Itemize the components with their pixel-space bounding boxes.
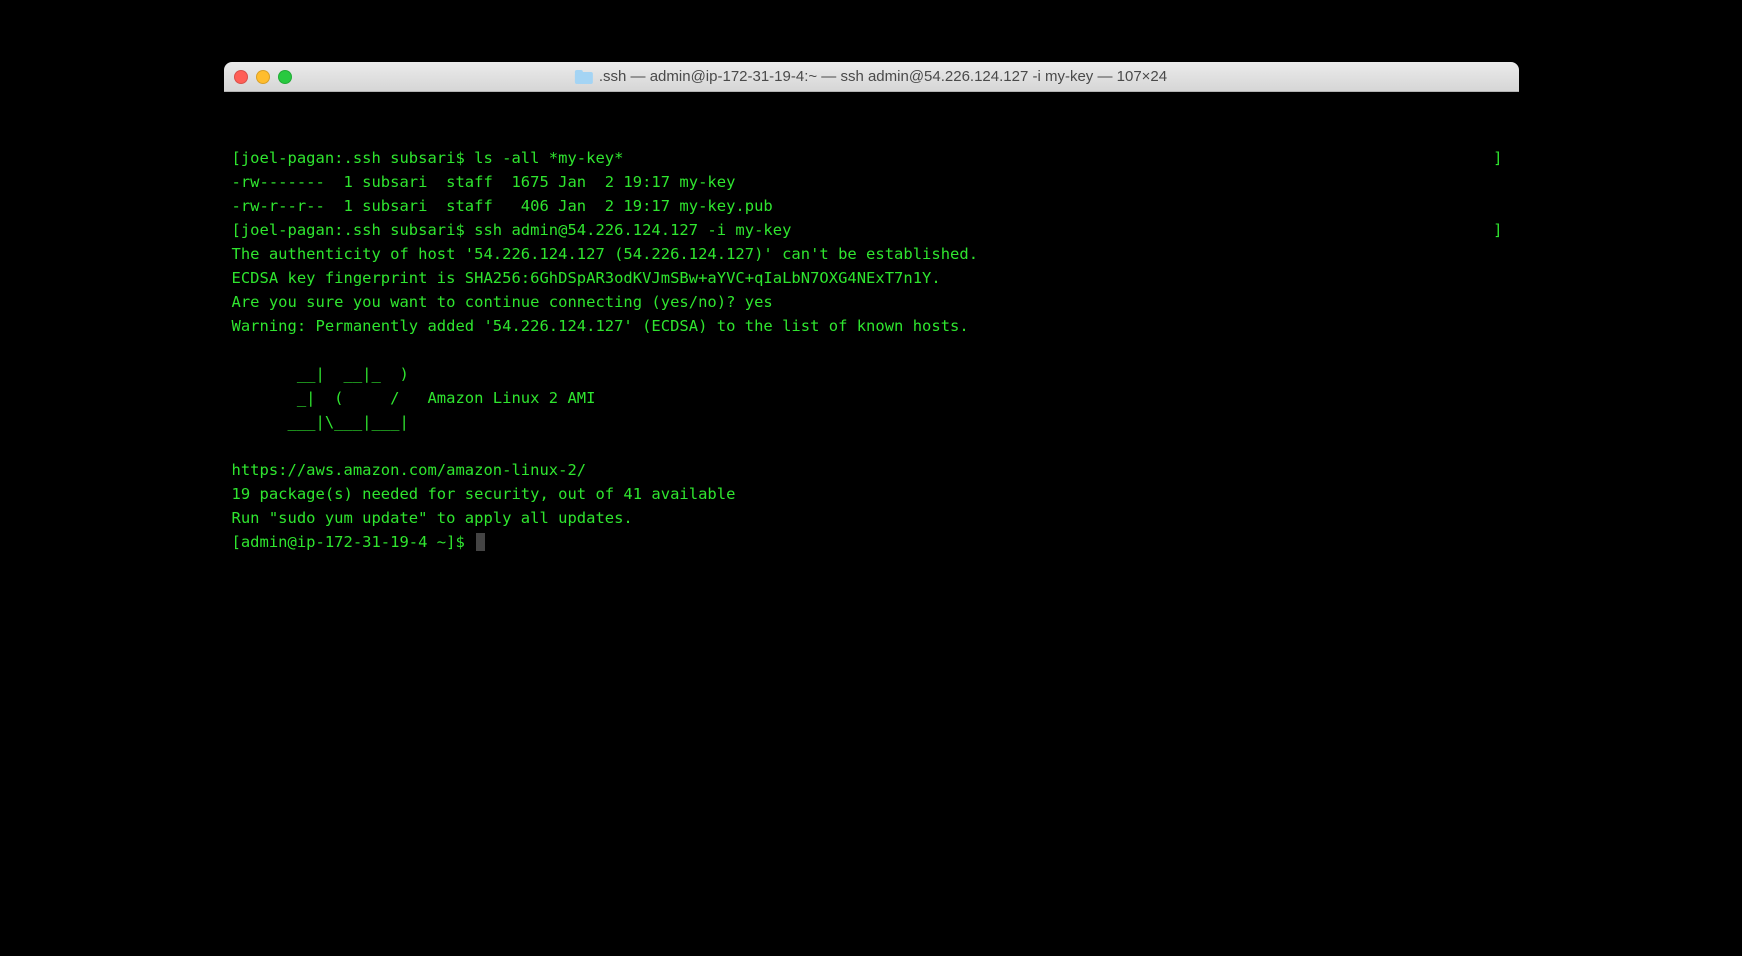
close-button[interactable] xyxy=(234,70,248,84)
terminal-text: ___|\___|___| xyxy=(232,413,409,431)
terminal-text: __| __|_ ) xyxy=(232,365,409,383)
window-title-wrap: .ssh — admin@ip-172-31-19-4:~ — ssh admi… xyxy=(575,68,1167,85)
titlebar[interactable]: .ssh — admin@ip-172-31-19-4:~ — ssh admi… xyxy=(224,62,1519,92)
terminal-text: Warning: Permanently added '54.226.124.1… xyxy=(232,317,969,335)
terminal-body[interactable]: [joel-pagan:.ssh subsari$ ls -all *my-ke… xyxy=(224,92,1519,692)
terminal-line: [admin@ip-172-31-19-4 ~]$ xyxy=(232,530,1511,554)
terminal-line: -rw-r--r-- 1 subsari staff 406 Jan 2 19:… xyxy=(232,194,1511,218)
terminal-text xyxy=(232,341,241,359)
terminal-text: -rw-r--r-- 1 subsari staff 406 Jan 2 19:… xyxy=(232,197,773,215)
terminal-window: .ssh — admin@ip-172-31-19-4:~ — ssh admi… xyxy=(224,62,1519,692)
terminal-text: Run "sudo yum update" to apply all updat… xyxy=(232,509,633,527)
terminal-text: ECDSA key fingerprint is SHA256:6GhDSpAR… xyxy=(232,269,941,287)
terminal-line: ECDSA key fingerprint is SHA256:6GhDSpAR… xyxy=(232,266,1511,290)
terminal-text: -rw------- 1 subsari staff 1675 Jan 2 19… xyxy=(232,173,736,191)
window-title: .ssh — admin@ip-172-31-19-4:~ — ssh admi… xyxy=(599,68,1167,85)
zoom-button[interactable] xyxy=(278,70,292,84)
right-bracket: ] xyxy=(1493,218,1502,242)
terminal-text: [joel-pagan:.ssh subsari$ ssh admin@54.2… xyxy=(232,221,792,239)
terminal-line: Are you sure you want to continue connec… xyxy=(232,290,1511,314)
terminal-line: __| __|_ ) xyxy=(232,362,1511,386)
terminal-text: [joel-pagan:.ssh subsari$ ls -all *my-ke… xyxy=(232,149,624,167)
terminal-text: Are you sure you want to continue connec… xyxy=(232,293,773,311)
traffic-lights xyxy=(234,70,292,84)
cursor xyxy=(476,533,485,551)
terminal-line: 19 package(s) needed for security, out o… xyxy=(232,482,1511,506)
terminal-text: The authenticity of host '54.226.124.127… xyxy=(232,245,979,263)
folder-icon xyxy=(575,70,593,84)
terminal-line: Warning: Permanently added '54.226.124.1… xyxy=(232,314,1511,338)
terminal-text: https://aws.amazon.com/amazon-linux-2/ xyxy=(232,461,587,479)
right-bracket: ] xyxy=(1493,146,1502,170)
terminal-line: _| ( / Amazon Linux 2 AMI xyxy=(232,386,1511,410)
terminal-text: _| ( / Amazon Linux 2 AMI xyxy=(232,389,596,407)
terminal-line: https://aws.amazon.com/amazon-linux-2/ xyxy=(232,458,1511,482)
terminal-text xyxy=(232,437,241,455)
terminal-line xyxy=(232,338,1511,362)
terminal-line: [joel-pagan:.ssh subsari$ ssh admin@54.2… xyxy=(232,218,1511,242)
terminal-line xyxy=(232,434,1511,458)
terminal-line: The authenticity of host '54.226.124.127… xyxy=(232,242,1511,266)
terminal-line: Run "sudo yum update" to apply all updat… xyxy=(232,506,1511,530)
terminal-line: -rw------- 1 subsari staff 1675 Jan 2 19… xyxy=(232,170,1511,194)
minimize-button[interactable] xyxy=(256,70,270,84)
terminal-text: [admin@ip-172-31-19-4 ~]$ xyxy=(232,533,475,551)
terminal-line: ___|\___|___| xyxy=(232,410,1511,434)
terminal-text: 19 package(s) needed for security, out o… xyxy=(232,485,736,503)
terminal-line: [joel-pagan:.ssh subsari$ ls -all *my-ke… xyxy=(232,146,1511,170)
